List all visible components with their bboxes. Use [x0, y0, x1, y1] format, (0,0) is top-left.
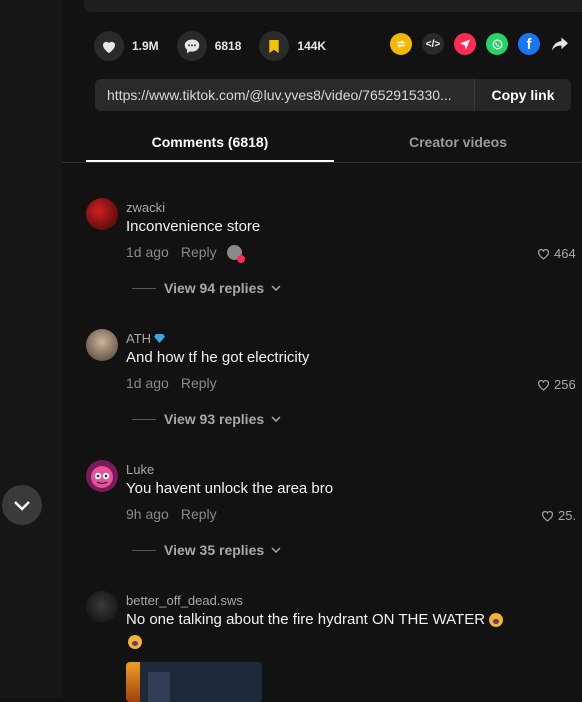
comment-text: And how tf he got electricity — [126, 349, 310, 366]
avatar[interactable] — [86, 329, 118, 361]
creator-liked-avatar — [226, 244, 245, 263]
reply-button[interactable]: Reply — [181, 244, 217, 260]
heart-outline-icon[interactable] — [541, 510, 554, 522]
heart-badge-icon — [236, 254, 245, 263]
comment-username[interactable]: better_off_dead.sws — [126, 593, 243, 608]
image-highlight — [126, 662, 140, 702]
share-arrow-icon[interactable] — [550, 33, 570, 55]
divider — [132, 287, 156, 289]
comment-username[interactable]: Luke — [126, 462, 154, 477]
view-replies-label: View 35 replies — [164, 542, 265, 558]
divider — [132, 549, 156, 551]
like-count: 256 — [554, 377, 576, 392]
tab-comments[interactable]: Comments (6818) — [86, 124, 334, 162]
view-replies-button[interactable]: View 35 replies — [132, 542, 281, 558]
view-replies-label: View 94 replies — [164, 280, 265, 296]
comment-text-content: No one talking about the fire hydrant ON… — [126, 611, 486, 628]
avatar[interactable] — [86, 198, 118, 230]
comment-like[interactable]: 256 — [537, 377, 576, 392]
comment-username[interactable]: ATH — [126, 331, 165, 346]
save-action[interactable]: 144K — [259, 31, 326, 61]
chevron-down-icon — [271, 285, 281, 291]
cartoon-face-icon — [91, 466, 113, 488]
video-url[interactable]: https://www.tiktok.com/@luv.yves8/video/… — [95, 87, 474, 103]
view-replies-label: View 93 replies — [164, 411, 265, 427]
embed-icon[interactable]: </> — [422, 33, 444, 55]
repost-icon[interactable] — [390, 33, 412, 55]
avatar[interactable] — [86, 591, 118, 623]
share-row: </> f — [390, 33, 580, 55]
comment-meta: 9h ago Reply — [126, 506, 217, 522]
video-description-card — [84, 0, 582, 12]
comment-time: 1d ago — [126, 244, 169, 260]
comment-time: 9h ago — [126, 506, 169, 522]
reply-button[interactable]: Reply — [181, 375, 217, 391]
like-count: 1.9M — [132, 39, 159, 53]
emoji-line — [128, 633, 142, 651]
like-action[interactable]: 1.9M — [94, 31, 159, 61]
comment-text: You havent unlock the area bro — [126, 480, 334, 497]
chevron-down-icon — [271, 547, 281, 553]
chevron-down-icon — [14, 500, 30, 511]
heart-outline-icon[interactable] — [537, 248, 550, 260]
comment-like[interactable]: 25. — [541, 508, 576, 523]
comment-meta: 1d ago Reply — [126, 375, 217, 391]
divider — [132, 418, 156, 420]
bookmark-icon[interactable] — [259, 31, 290, 61]
comment-text: No one talking about the fire hydrant ON… — [126, 611, 504, 628]
view-replies-button[interactable]: View 93 replies — [132, 411, 281, 427]
heart-icon[interactable] — [94, 31, 124, 61]
heart-outline-icon[interactable] — [537, 379, 550, 391]
comment-image[interactable] — [126, 662, 262, 702]
comment-time: 1d ago — [126, 375, 169, 391]
save-count: 144K — [297, 39, 327, 53]
comment-icon[interactable] — [176, 31, 207, 61]
username-text: ATH — [126, 331, 152, 346]
comment-count: 6818 — [214, 39, 242, 53]
facebook-icon[interactable]: f — [518, 33, 540, 55]
comment-text: Inconvenience store — [126, 218, 261, 235]
tab-creator-videos[interactable]: Creator videos — [334, 124, 582, 160]
action-bar: 1.9M 6818 144K — [94, 28, 344, 64]
whatsapp-icon[interactable] — [486, 33, 508, 55]
send-icon[interactable] — [454, 33, 476, 55]
screaming-emoji-icon — [128, 634, 142, 649]
comment-tabs: Comments (6818) Creator videos — [62, 124, 582, 163]
comment-action[interactable]: 6818 — [176, 31, 242, 61]
avatar[interactable] — [86, 460, 118, 492]
reply-button[interactable]: Reply — [181, 506, 217, 522]
video-link-box: https://www.tiktok.com/@luv.yves8/video/… — [95, 79, 571, 111]
scroll-down-button[interactable] — [2, 485, 42, 525]
chevron-down-icon — [271, 416, 281, 422]
comment-like[interactable]: 464 — [537, 246, 576, 261]
comment-meta: 1d ago Reply — [126, 244, 245, 263]
copy-link-button[interactable]: Copy link — [474, 79, 571, 111]
left-panel — [0, 0, 62, 698]
view-replies-button[interactable]: View 94 replies — [132, 280, 281, 296]
screaming-emoji-icon — [489, 613, 504, 628]
like-count: 25. — [558, 508, 577, 523]
diamond-badge-icon — [154, 334, 165, 343]
comment-username[interactable]: zwacki — [126, 200, 165, 215]
like-count: 464 — [554, 246, 576, 261]
